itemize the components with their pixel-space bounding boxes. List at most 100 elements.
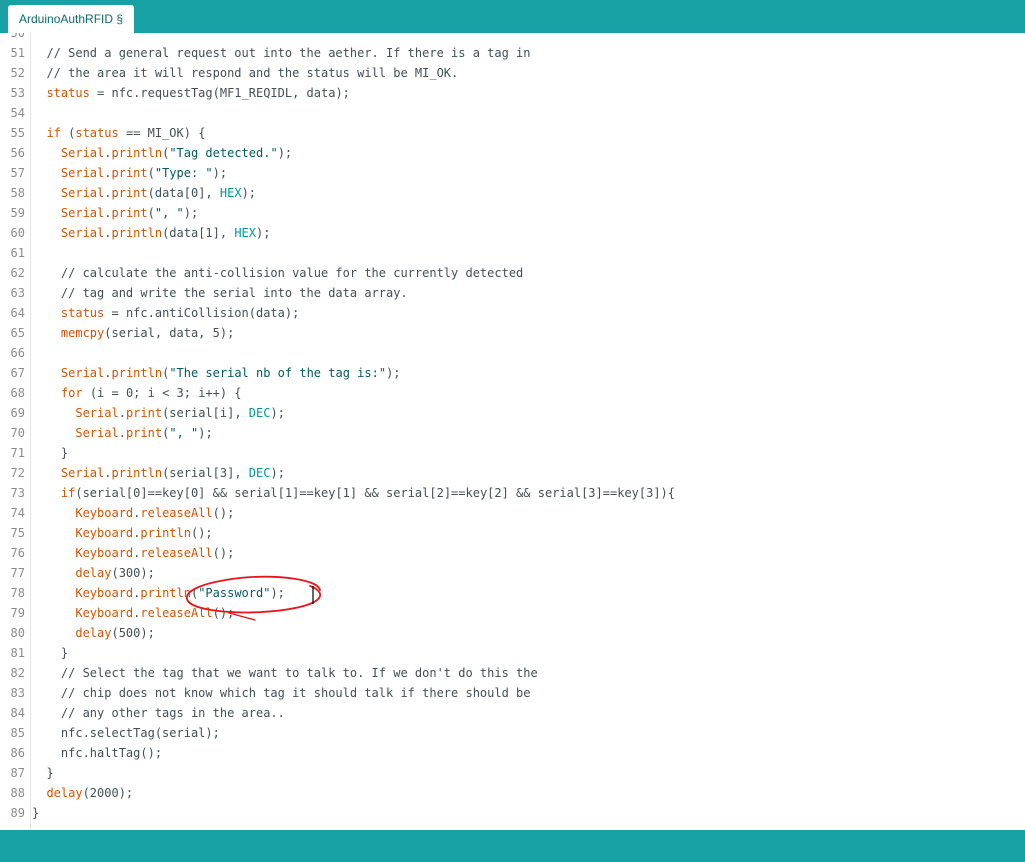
line-number: 87 [10,766,25,780]
code-line[interactable]: Serial.println("The serial nb of the tag… [32,363,1025,383]
code-line[interactable]: status = nfc.requestTag(MF1_REQIDL, data… [32,83,1025,103]
code-token: } [32,806,40,820]
line-number: 74 [10,506,25,520]
code-token: println [111,226,163,240]
code-token: . [104,466,112,480]
code-line[interactable]: // any other tags in the area.. [32,703,1025,723]
code-token: Serial [75,406,119,420]
code-line[interactable]: } [32,643,1025,663]
code-line[interactable]: // Select the tag that we want to talk t… [32,663,1025,683]
line-number: 53 [10,86,25,100]
code-token: releaseAll [140,506,213,520]
code-line[interactable]: Serial.println(data[1], HEX); [32,223,1025,243]
code-area[interactable]: // Send a general request out into the a… [32,33,1025,823]
code-line[interactable]: memcpy(serial, data, 5); [32,323,1025,343]
code-line[interactable]: Keyboard.println("Password"); [32,583,1025,603]
tab-bar: ArduinoAuthRFID § [0,0,1025,33]
code-token: "Tag detected." [169,146,278,160]
line-number: 55 [10,126,25,140]
code-line[interactable]: if (status == MI_OK) { [32,123,1025,143]
code-token: . [104,366,112,380]
code-line[interactable]: // calculate the anti-collision value fo… [32,263,1025,283]
tab-sketch[interactable]: ArduinoAuthRFID § [8,5,135,33]
code-token: (2000); [82,786,134,800]
code-line[interactable]: Keyboard.println(); [32,523,1025,543]
code-line[interactable]: Keyboard.releaseAll(); [32,543,1025,563]
code-token: Serial [60,186,105,200]
code-line[interactable]: Serial.println("Tag detected."); [32,143,1025,163]
code-token: ", " [154,206,184,220]
code-line[interactable]: status = nfc.antiCollision(data); [32,303,1025,323]
code-line[interactable]: delay(2000); [32,783,1025,803]
code-token: println [111,466,163,480]
status-bar [0,830,1025,862]
code-line[interactable] [32,343,1025,363]
code-token: releaseAll [140,606,213,620]
code-token: (); [212,546,235,560]
line-number: 51 [10,46,25,60]
code-line[interactable] [32,243,1025,263]
line-number: 69 [10,406,25,420]
line-number: 64 [10,306,25,320]
code-line[interactable]: // Send a general request out into the a… [32,43,1025,63]
line-number: 76 [10,546,25,560]
code-token: Serial [60,466,105,480]
code-token: status [75,126,119,140]
line-number: 77 [10,566,25,580]
code-line[interactable]: Serial.print(serial[i], DEC); [32,403,1025,423]
code-token: HEX [219,186,242,200]
code-line[interactable] [32,33,1025,43]
code-line[interactable]: Serial.println(serial[3], DEC); [32,463,1025,483]
code-line[interactable]: Keyboard.releaseAll(); [32,503,1025,523]
code-token: Serial [60,226,105,240]
code-token: releaseAll [140,546,213,560]
code-line[interactable]: } [32,443,1025,463]
code-token: Serial [60,146,105,160]
code-line[interactable]: if(serial[0]==key[0] && serial[1]==key[1… [32,483,1025,503]
code-line[interactable]: delay(500); [32,623,1025,643]
line-number: 85 [10,726,25,740]
code-token: ( [147,206,155,220]
code-token: // chip does not know which tag it shoul… [32,686,531,700]
code-line[interactable]: // the area it will respond and the stat… [32,63,1025,83]
code-editor[interactable]: 50 51 52 53 54 55 56 57 58 59 60 61 62 63 64 65 66 67 68 69… [0,33,1025,830]
code-line[interactable]: nfc.selectTag(serial); [32,723,1025,743]
code-token: ( [147,166,155,180]
line-number: 78 [10,586,25,600]
line-number: 65 [10,326,25,340]
code-token: delay [46,786,83,800]
line-number: 56 [10,146,25,160]
code-line[interactable]: // tag and write the serial into the dat… [32,283,1025,303]
line-number: 72 [10,466,25,480]
code-line[interactable]: Keyboard.releaseAll(); [32,603,1025,623]
code-token: print [111,206,148,220]
code-line[interactable]: nfc.haltTag(); [32,743,1025,763]
code-line[interactable]: } [32,763,1025,783]
code-token: nfc.selectTag(serial); [32,726,220,740]
code-token: for [60,386,83,400]
code-line[interactable]: delay(300); [32,563,1025,583]
code-token: delay [75,566,112,580]
code-line[interactable]: for (i = 0; i < 3; i++) { [32,383,1025,403]
code-token: HEX [234,226,257,240]
code-token: ); [270,466,285,480]
code-line[interactable]: Serial.print(", "); [32,423,1025,443]
code-line[interactable]: Serial.print("Type: "); [32,163,1025,183]
code-line[interactable]: } [32,803,1025,823]
line-number: 80 [10,626,25,640]
code-line[interactable] [32,103,1025,123]
code-token: println [111,366,163,380]
code-line[interactable]: Serial.print(", "); [32,203,1025,223]
code-line[interactable]: Serial.print(data[0], HEX); [32,183,1025,203]
line-number: 50 [10,33,25,40]
code-token: if [60,486,76,500]
line-number: 63 [10,286,25,300]
code-line[interactable]: // chip does not know which tag it shoul… [32,683,1025,703]
code-token: print [111,186,148,200]
